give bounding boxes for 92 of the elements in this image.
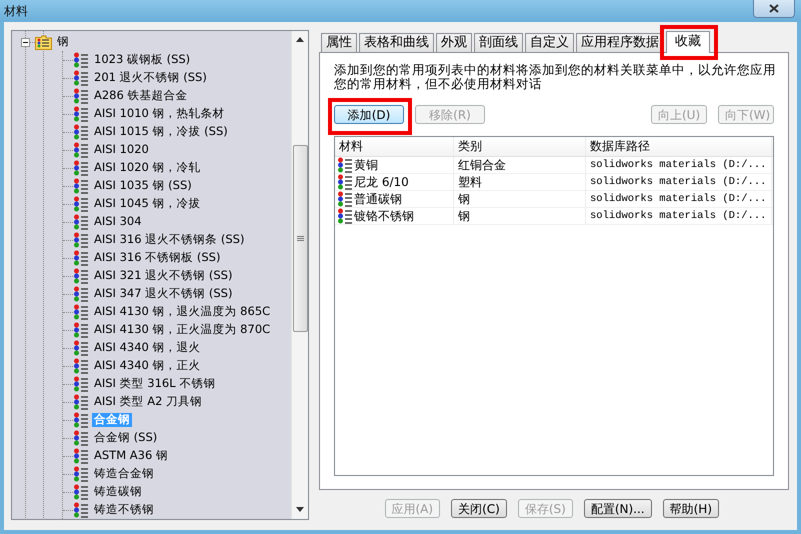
table-cell: 黄铜	[335, 157, 454, 173]
tree-item[interactable]: AISI 1015 钢，冷拔 (SS)	[92, 125, 230, 139]
table-cell: solidworks materials (D:/...	[586, 157, 772, 173]
tree-item[interactable]: 铸造碳钢	[92, 485, 144, 499]
material-icon	[73, 466, 89, 482]
tab[interactable]: 自定义	[525, 33, 574, 52]
column-header[interactable]: 材料	[335, 137, 454, 156]
tab[interactable]: 属性	[321, 33, 357, 52]
tab[interactable]: 表格和曲线	[359, 33, 434, 52]
material-icon	[73, 502, 89, 518]
tree-item[interactable]: AISI 1045 钢，冷拔	[92, 197, 203, 211]
material-icon	[73, 448, 89, 464]
tab[interactable]: 外观	[436, 33, 472, 52]
tree-item[interactable]: 铸造不锈钢	[92, 503, 156, 517]
material-icon	[73, 250, 89, 266]
material-icon	[73, 304, 89, 320]
tree-item[interactable]: AISI 321 退火不锈钢 (SS)	[92, 269, 234, 283]
table-cell: solidworks materials (D:/...	[586, 208, 772, 224]
tree-item[interactable]: AISI 4130 钢，退火温度为 865C	[92, 305, 272, 319]
table-cell: 钢	[454, 208, 586, 224]
tree-item[interactable]: AISI 316 不锈钢板 (SS)	[92, 251, 222, 265]
material-icon	[73, 358, 89, 374]
material-icon	[73, 142, 89, 158]
highlight-frame	[660, 25, 718, 60]
material-icon	[73, 430, 89, 446]
folder-icon	[35, 34, 52, 50]
material-icon	[73, 268, 89, 284]
material-icon	[73, 376, 89, 392]
tree-item[interactable]: AISI 304	[92, 215, 144, 229]
tree-item[interactable]: 钢	[55, 35, 71, 49]
table-cell: solidworks materials (D:/...	[586, 191, 772, 207]
close-icon	[769, 4, 779, 13]
material-icon	[73, 322, 89, 338]
tab[interactable]: 剖面线	[474, 33, 523, 52]
window-title: 材料	[4, 4, 28, 18]
button[interactable]: 添加(D)	[334, 105, 404, 124]
material-icon	[73, 394, 89, 410]
material-icon	[73, 178, 89, 194]
material-icon	[73, 196, 89, 212]
tree-item[interactable]: AISI 4340 钢，退火	[92, 341, 203, 355]
table-cell: 红铜合金	[454, 157, 586, 173]
table-cell: 镀铬不锈钢	[335, 208, 454, 224]
button[interactable]: 帮助(H)	[662, 499, 719, 518]
material-icon	[73, 106, 89, 122]
column-header[interactable]: 类别	[454, 137, 586, 156]
material-icon	[337, 191, 353, 207]
material-icon	[73, 214, 89, 230]
material-icon	[73, 88, 89, 104]
scroll-thumb[interactable]	[292, 145, 308, 332]
material-icon	[73, 232, 89, 248]
material-icon	[73, 412, 89, 428]
tree-item[interactable]: AISI 1010 钢，热轧条材	[92, 107, 227, 121]
table-cell: 普通碳钢	[335, 191, 454, 207]
tree-item[interactable]: AISI 类型 316L 不锈钢	[92, 377, 218, 391]
tree-item[interactable]: ASTM A36 钢	[92, 449, 170, 463]
table-cell: solidworks materials (D:/...	[586, 174, 772, 190]
table-cell: 塑料	[454, 174, 586, 190]
tree-item[interactable]: AISI 347 退火不锈钢 (SS)	[92, 287, 234, 301]
button[interactable]: 配置(N)...	[584, 499, 652, 518]
tree-item[interactable]: AISI 1035 钢 (SS)	[92, 179, 194, 193]
tree-item[interactable]: AISI 4340 钢，正火	[92, 359, 203, 373]
tree-item[interactable]: 1023 碳钢板 (SS)	[92, 53, 192, 67]
scrollbar[interactable]	[291, 31, 308, 519]
material-icon	[73, 340, 89, 356]
tree-item[interactable]: 201 退火不锈钢 (SS)	[92, 71, 209, 85]
material-icon	[73, 70, 89, 86]
description-text: 添加到您的常用项列表中的材料将添加到您的材料关联菜单中，以允许您应用您的常用材料，但不必使用材料对话	[334, 63, 777, 91]
tree-item[interactable]: AISI 1020	[92, 143, 151, 157]
tab[interactable]: 收藏	[666, 31, 710, 53]
material-icon	[337, 157, 353, 173]
table-cell: 钢	[454, 191, 586, 207]
material-icon	[73, 286, 89, 302]
material-icon	[337, 174, 353, 190]
scroll-down-icon[interactable]	[296, 507, 304, 512]
tree-item[interactable]: AISI 316 退火不锈钢条 (SS)	[92, 233, 246, 247]
tree-item[interactable]: 铸造合金钢	[92, 467, 156, 481]
collapse-icon[interactable]	[21, 38, 30, 46]
tree-item[interactable]: AISI 4130 钢，正火温度为 870C	[92, 323, 272, 337]
table-cell: 尼龙 6/10	[335, 174, 454, 190]
material-icon	[337, 208, 353, 224]
tree-item[interactable]: AISI 类型 A2 刀具钢	[92, 395, 204, 409]
material-icon	[73, 160, 89, 176]
close-button[interactable]	[753, 0, 795, 18]
material-icon	[73, 124, 89, 140]
tree-item[interactable]: AISI 1020 钢，冷轧	[92, 161, 203, 175]
material-icon	[73, 52, 89, 68]
tree-item[interactable]: 合金钢 (SS)	[92, 431, 160, 445]
column-header[interactable]: 数据库路径	[586, 137, 772, 156]
tree-item[interactable]: A286 铁基超合金	[92, 89, 190, 103]
scroll-up-icon[interactable]	[296, 37, 304, 42]
button[interactable]: 关闭(C)	[451, 499, 507, 518]
material-icon	[73, 484, 89, 500]
